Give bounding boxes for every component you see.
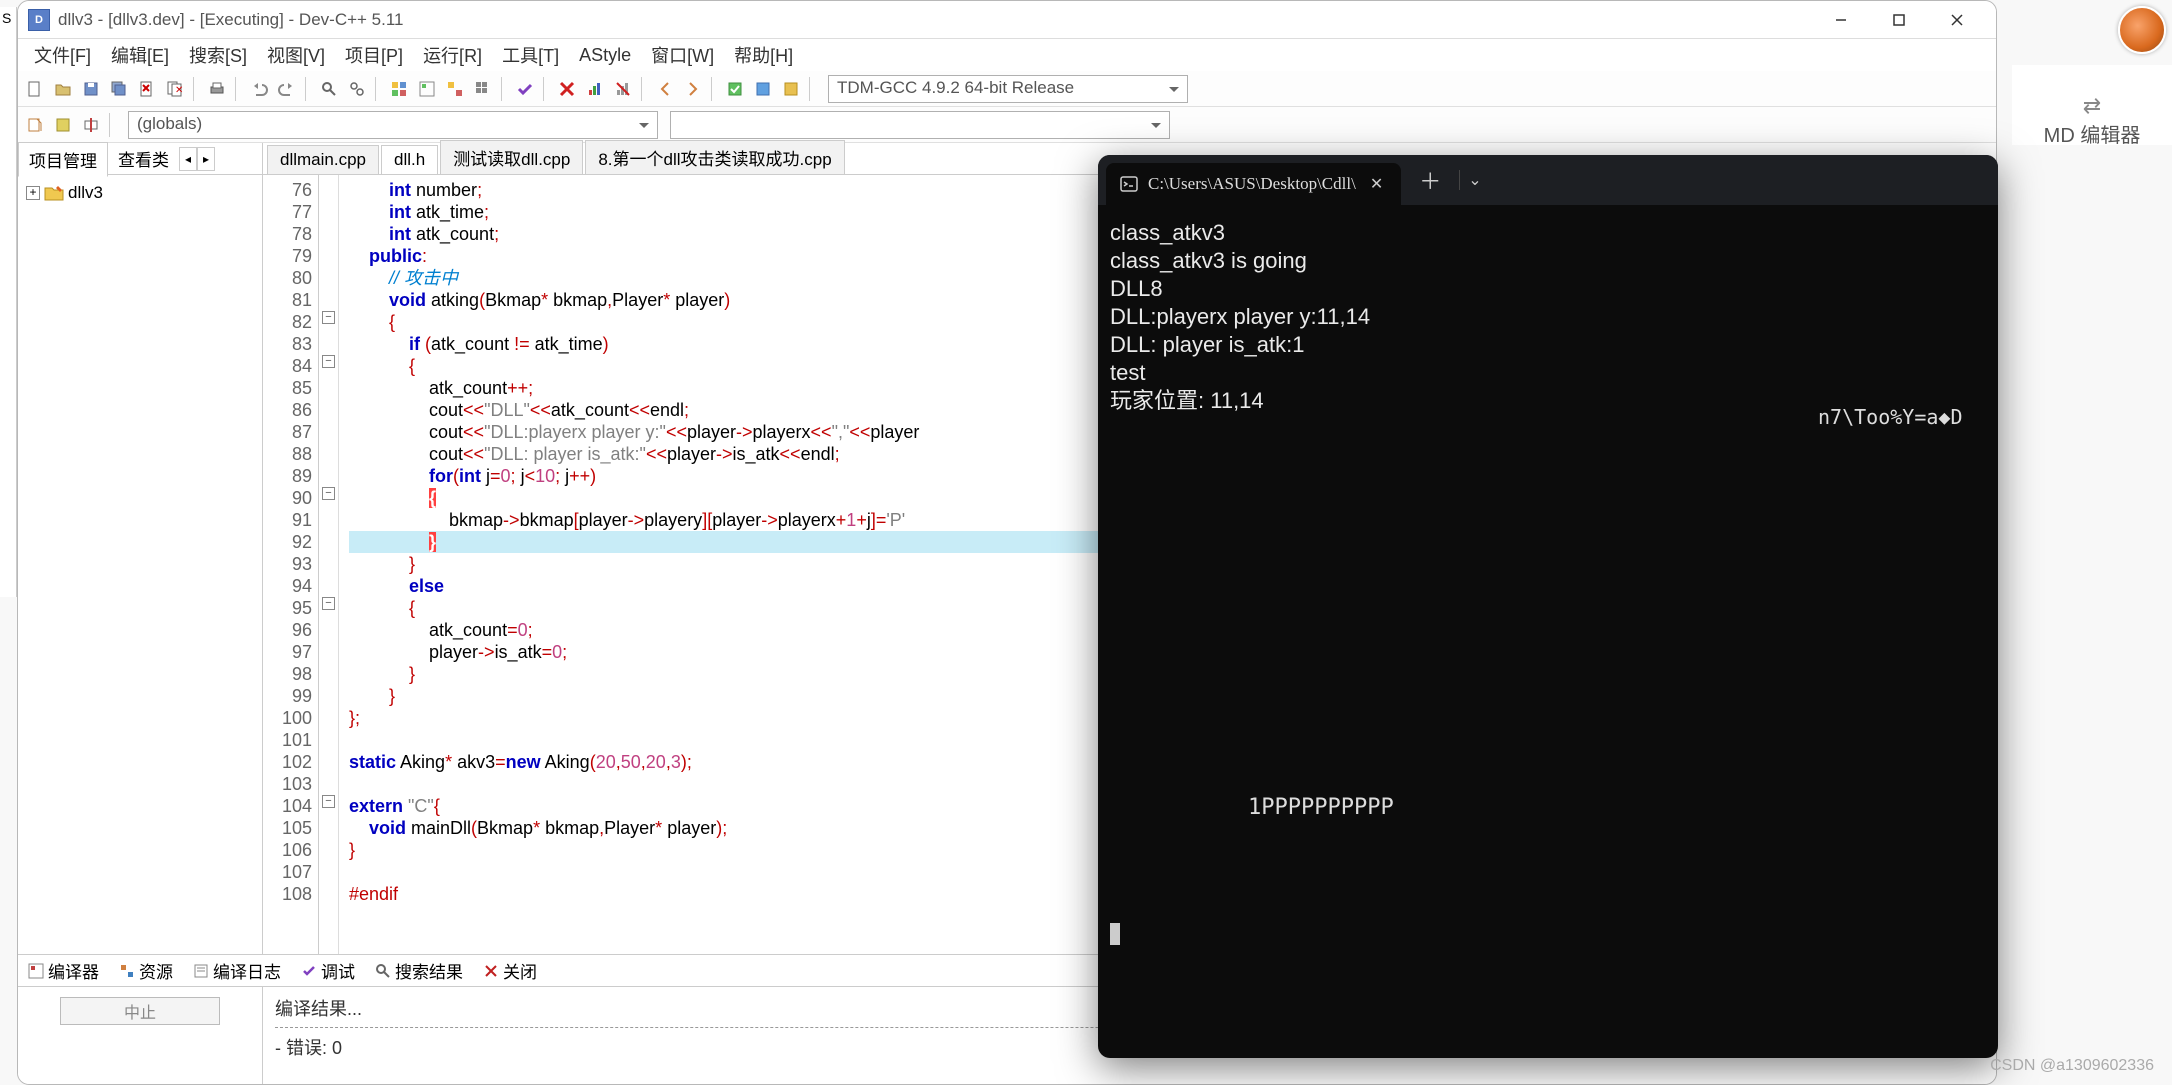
file-tab[interactable]: 8.第一个dll攻击类读取成功.cpp — [585, 140, 844, 174]
tab-compile-log[interactable]: 编译日志 — [183, 954, 291, 987]
terminal-body[interactable]: class_atkv3class_atkv3 is goingDLL8DLL:p… — [1098, 205, 1998, 961]
project-tree[interactable]: + dllv3 — [18, 175, 262, 954]
overlay-garbage-text: n7\Too%Y=a◆D — [1818, 405, 1963, 429]
compiler-icon — [28, 963, 44, 979]
expander-icon[interactable]: + — [26, 186, 40, 200]
debug-stop-icon[interactable] — [554, 76, 580, 102]
bookmark-icon[interactable] — [750, 76, 776, 102]
terminal-tab[interactable]: C:\Users\ASUS\Desktop\Cdll\ ✕ — [1106, 163, 1401, 205]
terminal-titlebar: C:\Users\ASUS\Desktop\Cdll\ ✕ ＋ ⌄ — [1098, 155, 1998, 205]
compiler-select[interactable]: TDM-GCC 4.9.2 64-bit Release — [828, 75, 1188, 103]
goto-back-icon[interactable] — [652, 76, 678, 102]
menu-编辑[interactable]: 编辑[E] — [101, 38, 179, 72]
rebuild-icon[interactable] — [470, 76, 496, 102]
compile-run-icon[interactable] — [442, 76, 468, 102]
new-file-icon[interactable] — [22, 76, 48, 102]
search-icon — [375, 963, 391, 979]
titlebar: D dllv3 - [dllv3.dev] - [Executing] - De… — [18, 1, 1996, 39]
avatar — [2118, 6, 2166, 54]
tab-compiler[interactable]: 编译器 — [18, 954, 109, 987]
tab-resources[interactable]: 资源 — [109, 954, 183, 987]
debug-icon — [301, 963, 317, 979]
tab-class-view[interactable]: 查看类 — [108, 142, 179, 175]
maximize-button[interactable] — [1870, 1, 1928, 39]
close-button[interactable] — [1928, 1, 1986, 39]
menu-文件[interactable]: 文件[F] — [24, 38, 101, 72]
goto-icon[interactable] — [778, 76, 804, 102]
new-method-icon[interactable] — [50, 112, 76, 138]
print-icon[interactable] — [204, 76, 230, 102]
goto-decl-icon[interactable] — [78, 112, 104, 138]
menu-帮助[interactable]: 帮助[H] — [724, 38, 803, 72]
find-icon[interactable] — [316, 76, 342, 102]
tab-project-manage[interactable]: 项目管理 — [18, 142, 108, 177]
menu-工具[interactable]: 工具[T] — [492, 38, 569, 72]
menu-搜索[interactable]: 搜索[S] — [179, 38, 257, 72]
md-editor-fragment: ⇄ MD 编辑器 — [2012, 65, 2172, 145]
menu-视图[interactable]: 视图[V] — [257, 38, 335, 72]
close-icon — [483, 963, 499, 979]
partial-left-window: S — [0, 7, 17, 597]
debug-check-icon[interactable] — [512, 76, 538, 102]
line-gutter: 7677787980818283848586878889909192939495… — [263, 175, 319, 954]
md-editor-label: MD 编辑器 — [2044, 119, 2141, 148]
tab-scroll-left[interactable]: ◂ — [179, 147, 197, 171]
menubar: 文件[F]编辑[E]搜索[S]视图[V]项目[P]运行[R]工具[T]AStyl… — [18, 39, 1996, 71]
terminal-window: C:\Users\ASUS\Desktop\Cdll\ ✕ ＋ ⌄ class_… — [1098, 155, 1998, 1058]
menu-窗口[interactable]: 窗口[W] — [641, 38, 724, 72]
abort-area: 中止 — [18, 987, 263, 1084]
terminal-tab-close[interactable]: ✕ — [1366, 174, 1387, 194]
log-icon — [193, 963, 209, 979]
svg-text:✕: ✕ — [175, 85, 183, 96]
terminal-tab-title: C:\Users\ASUS\Desktop\Cdll\ — [1148, 174, 1356, 194]
tab-close[interactable]: 关闭 — [473, 954, 547, 987]
save-all-icon[interactable] — [106, 76, 132, 102]
run-icon[interactable] — [414, 76, 440, 102]
open-file-icon[interactable] — [50, 76, 76, 102]
toolbar-class: (globals) — [18, 107, 1996, 143]
window-title: dllv3 - [dllv3.dev] - [Executing] - Dev-… — [58, 10, 404, 30]
undo-icon[interactable] — [246, 76, 272, 102]
abort-button[interactable]: 中止 — [60, 997, 220, 1025]
terminal-dropdown-icon[interactable]: ⌄ — [1460, 170, 1489, 190]
close-file-icon[interactable] — [134, 76, 160, 102]
delete-profile-icon[interactable] — [610, 76, 636, 102]
project-panel-tabs: 项目管理 查看类 ◂ ▸ — [18, 143, 262, 175]
menu-astyle[interactable]: AStyle — [569, 41, 641, 70]
profile-icon[interactable] — [582, 76, 608, 102]
menu-运行[interactable]: 运行[R] — [413, 38, 492, 72]
watermark: CSDN @a1309602336 — [1990, 1057, 2154, 1075]
goto-forward-icon[interactable] — [680, 76, 706, 102]
tab-scroll-right[interactable]: ▸ — [197, 147, 215, 171]
compile-icon[interactable] — [386, 76, 412, 102]
terminal-new-tab[interactable]: ＋ — [1401, 164, 1459, 196]
project-icon — [44, 185, 64, 201]
insert-icon[interactable] — [722, 76, 748, 102]
tab-debug[interactable]: 调试 — [291, 954, 365, 987]
tree-root-item[interactable]: + dllv3 — [24, 181, 256, 205]
toolbar-main: ✕ TDM-GCC 4.9.2 64-bit Release — [18, 71, 1996, 107]
resources-icon — [119, 963, 135, 979]
class-select[interactable]: (globals) — [128, 111, 658, 139]
app-icon: D — [28, 9, 50, 31]
overlay-game-output: 1PPPPPPPPPP — [1248, 795, 1394, 820]
file-tab[interactable]: 测试读取dll.cpp — [440, 140, 583, 174]
replace-icon[interactable] — [344, 76, 370, 102]
redo-icon[interactable] — [274, 76, 300, 102]
tab-search-results[interactable]: 搜索结果 — [365, 954, 473, 987]
save-icon[interactable] — [78, 76, 104, 102]
terminal-icon — [1120, 175, 1138, 193]
file-tab[interactable]: dllmain.cpp — [267, 145, 379, 174]
new-class-icon[interactable] — [22, 112, 48, 138]
method-select[interactable] — [670, 111, 1170, 139]
close-all-icon[interactable]: ✕ — [162, 76, 188, 102]
menu-项目[interactable]: 项目[P] — [335, 38, 413, 72]
file-tab[interactable]: dll.h — [381, 145, 438, 174]
tree-root-label: dllv3 — [68, 183, 103, 203]
fold-column[interactable]: −−−−− — [319, 175, 339, 954]
minimize-button[interactable] — [1812, 1, 1870, 39]
switch-icon[interactable]: ⇄ — [2083, 93, 2101, 119]
project-panel: 项目管理 查看类 ◂ ▸ + dllv3 — [18, 143, 263, 954]
